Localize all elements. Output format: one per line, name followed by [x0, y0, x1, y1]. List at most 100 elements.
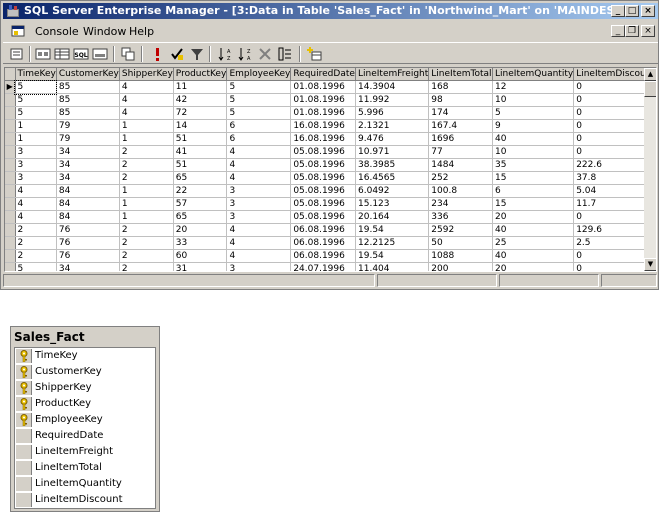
table-cell[interactable]: 3	[226, 210, 292, 224]
table-cell[interactable]: 6.0492	[355, 184, 430, 198]
scroll-up-button[interactable]: ▲	[644, 68, 656, 81]
table-cell[interactable]: 34	[56, 158, 120, 172]
table-cell[interactable]: 174	[428, 106, 494, 120]
table-cell[interactable]: 3	[226, 184, 292, 198]
add-table-icon[interactable]	[307, 46, 323, 62]
table-cell[interactable]: 1088	[428, 249, 494, 263]
table-cell[interactable]: 10	[492, 145, 575, 159]
table-cell[interactable]: 41	[173, 145, 228, 159]
table-cell[interactable]: 2	[119, 223, 174, 237]
entity-field-row[interactable]: ProductKey	[15, 396, 155, 412]
change-query-type-icon[interactable]	[120, 46, 136, 62]
table-cell[interactable]: 72	[173, 106, 228, 120]
table-cell[interactable]: 20	[492, 210, 575, 224]
column-header-customerkey[interactable]: CustomerKey	[56, 68, 120, 81]
table-cell[interactable]: 84	[56, 184, 120, 198]
table-cell[interactable]: 3	[15, 145, 57, 159]
table-cell[interactable]: 200	[428, 262, 494, 271]
table-cell[interactable]: 1	[119, 132, 174, 146]
table-row[interactable]: 3 34 2 65 4 05.08.1996 16.4565 252 15 37.8	[5, 171, 656, 185]
table-cell[interactable]: 5	[13, 79, 58, 95]
table-row[interactable]: 4 84 1 65 3 05.08.1996 20.164 336 20 0	[5, 210, 656, 224]
table-row[interactable]: 3 34 2 51 4 05.08.1996 38.3985 1484 35 222.6	[5, 158, 656, 172]
column-header-lineitemtotal[interactable]: LineItemTotal	[428, 68, 494, 81]
table-cell[interactable]: 5.996	[355, 106, 430, 120]
table-cell[interactable]: 42	[173, 93, 228, 107]
row-selector[interactable]	[5, 184, 16, 198]
table-cell[interactable]: 85	[56, 106, 120, 120]
table-cell[interactable]: 4	[119, 80, 174, 94]
table-cell[interactable]: 25	[492, 236, 575, 250]
table-row[interactable]: 1 79 1 51 6 16.08.1996 9.476 1696 40 0	[5, 132, 656, 146]
row-selector[interactable]	[5, 93, 16, 107]
table-cell[interactable]: 16.08.1996	[290, 119, 357, 133]
table-cell[interactable]: 50	[428, 236, 494, 250]
entity-field-row[interactable]: RequiredDate	[15, 428, 155, 444]
table-cell[interactable]: 20	[492, 262, 575, 271]
table-row[interactable]: 2 76 2 20 4 06.08.1996 19.54 2592 40 129.6	[5, 223, 656, 237]
table-cell[interactable]: 6	[492, 184, 575, 198]
table-cell[interactable]: 35	[492, 158, 575, 172]
table-cell[interactable]: 4	[226, 158, 292, 172]
table-cell[interactable]: 40	[492, 249, 575, 263]
entity-field-row[interactable]: LineItemTotal	[15, 460, 155, 476]
run-icon[interactable]	[149, 46, 165, 62]
table-cell[interactable]: 40	[492, 223, 575, 237]
table-cell[interactable]: 05.08.1996	[290, 145, 357, 159]
table-cell[interactable]: 12.2125	[355, 236, 430, 250]
table-cell[interactable]: 100.8	[428, 184, 494, 198]
table-cell[interactable]: 2	[119, 171, 174, 185]
table-cell[interactable]: 06.08.1996	[290, 236, 357, 250]
table-cell[interactable]: 1	[119, 119, 174, 133]
column-header-requireddate[interactable]: RequiredDate	[290, 68, 357, 81]
table-cell[interactable]: 4	[226, 145, 292, 159]
entity-field-row[interactable]: ShipperKey	[15, 380, 155, 396]
table-row[interactable]: 2 76 2 60 4 06.08.1996 19.54 1088 40 0	[5, 249, 656, 263]
remove-filter-icon[interactable]	[189, 46, 205, 62]
properties-icon[interactable]	[9, 46, 25, 62]
table-cell[interactable]: 38.3985	[355, 158, 430, 172]
table-cell[interactable]: 234	[428, 197, 494, 211]
column-header-lineitemquantity[interactable]: LineItemQuantity	[492, 68, 575, 81]
mdi-minimize-button[interactable]: _	[611, 25, 625, 37]
table-cell[interactable]: 336	[428, 210, 494, 224]
table-cell[interactable]: 3	[15, 158, 57, 172]
results-grid[interactable]: TimeKey CustomerKey ShipperKey ProductKey Em…	[4, 67, 657, 272]
table-cell[interactable]: 3	[226, 262, 292, 271]
sales-fact-table-diagram[interactable]: Sales_Fact TimeKey CustomerKey ShipperKey P…	[10, 326, 160, 512]
table-cell[interactable]: 05.08.1996	[290, 210, 357, 224]
table-cell[interactable]: 4	[15, 210, 57, 224]
table-cell[interactable]: 14	[173, 119, 228, 133]
table-cell[interactable]: 2	[119, 262, 174, 271]
row-selector[interactable]	[5, 119, 16, 133]
table-cell[interactable]: 12	[492, 80, 575, 94]
table-cell[interactable]: 84	[56, 210, 120, 224]
table-cell[interactable]: 4	[15, 197, 57, 211]
row-selector[interactable]: ▶	[5, 80, 16, 94]
mdi-close-button[interactable]: ×	[641, 25, 655, 37]
table-cell[interactable]: 4	[119, 93, 174, 107]
table-cell[interactable]: 14.3904	[355, 80, 430, 94]
table-cell[interactable]: 2	[119, 158, 174, 172]
table-cell[interactable]: 51	[173, 132, 228, 146]
entity-field-row[interactable]: TimeKey	[15, 348, 155, 364]
table-cell[interactable]: 76	[56, 236, 120, 250]
row-selector[interactable]	[5, 223, 16, 237]
table-cell[interactable]: 15	[492, 197, 575, 211]
table-cell[interactable]: 51	[173, 158, 228, 172]
table-cell[interactable]: 1	[119, 184, 174, 198]
table-cell[interactable]: 9	[492, 119, 575, 133]
table-row[interactable]: ▶ 5 85 4 11 5 01.08.1996 14.3904 168 12 0	[5, 79, 656, 95]
entity-field-row[interactable]: LineItemQuantity	[15, 476, 155, 492]
table-cell[interactable]: 22	[173, 184, 228, 198]
title-bar[interactable]: SQL Server Enterprise Manager - [3:Data …	[3, 3, 658, 19]
table-cell[interactable]: 79	[56, 119, 120, 133]
table-cell[interactable]: 5	[15, 106, 57, 120]
table-cell[interactable]: 85	[56, 93, 120, 107]
table-cell[interactable]: 31	[173, 262, 228, 271]
table-cell[interactable]: 252	[428, 171, 494, 185]
table-cell[interactable]: 3	[226, 197, 292, 211]
row-selector[interactable]	[5, 132, 16, 146]
entity-field-row[interactable]: CustomerKey	[15, 364, 155, 380]
table-cell[interactable]: 05.08.1996	[290, 184, 357, 198]
